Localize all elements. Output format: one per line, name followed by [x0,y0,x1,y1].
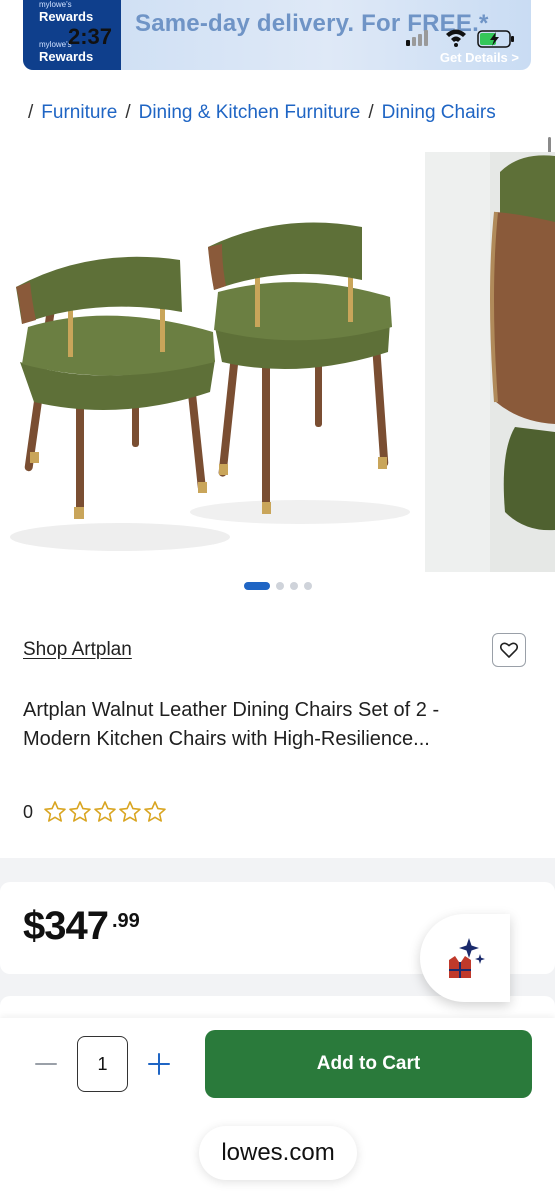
status-icons [406,29,514,48]
star-outline-icon [144,801,166,822]
star-outline-icon [69,801,91,822]
price-dollars: $347 [23,904,109,948]
logo-small-text-2: mylowe's [39,40,72,49]
battery-icon [477,30,514,48]
product-image-carousel[interactable] [0,152,555,572]
browser-url-bar[interactable]: lowes.com [199,1126,357,1180]
product-image [0,152,555,572]
rating-count: 0 [23,801,34,822]
price: $347 .99 [23,904,140,949]
carousel-dots[interactable] [244,582,312,590]
add-to-cart-bar: Add to Cart lowes.com [0,1018,555,1200]
carousel-dot[interactable] [290,582,298,590]
star-outline-icon [119,801,141,822]
logo-small-text: mylowe's [39,0,72,9]
carousel-dot[interactable] [276,582,284,590]
price-cents: .99 [111,910,140,932]
shop-brand-link[interactable]: Shop Artplan [23,639,132,661]
ai-assistant-button[interactable] [420,914,510,1002]
breadcrumb: / Furniture / Dining & Kitchen Furniture… [28,102,496,124]
star-rating [43,800,167,824]
minus-icon [35,1063,57,1065]
star-outline-icon [44,801,66,822]
favorite-button[interactable] [492,633,526,667]
carousel-dot[interactable] [244,582,270,590]
rating[interactable]: 0 [23,800,167,824]
quantity-increase-button[interactable] [143,1048,175,1080]
product-title-line-1: Artplan Walnut Leather Dining Chairs Set… [23,699,440,721]
breadcrumb-separator: / [368,102,374,123]
heart-icon [500,642,518,658]
product-card: / Furniture / Dining & Kitchen Furniture… [0,82,555,858]
get-details-link[interactable]: Get Details > [440,50,519,65]
next-slide-chair-closeup [490,152,555,572]
breadcrumb-furniture[interactable]: Furniture [41,102,117,124]
logo-rewards-text-2: Rewards [39,49,94,64]
sparkle-vest-icon [449,938,485,978]
breadcrumb-dining-kitchen[interactable]: Dining & Kitchen Furniture [139,102,361,124]
quantity-input[interactable] [77,1036,128,1092]
signal-icon [406,30,428,46]
wifi-icon [446,29,466,47]
star-outline-icon [94,801,116,822]
quantity-decrease-button[interactable] [30,1048,62,1080]
logo-rewards-text: Rewards [39,9,94,24]
status-time: 2:37 [68,24,113,49]
add-to-cart-button[interactable]: Add to Cart [205,1030,532,1098]
product-title: Artplan Walnut Leather Dining Chairs Set… [23,696,533,754]
breadcrumb-separator: / [125,102,131,123]
breadcrumb-dining-chairs[interactable]: Dining Chairs [382,102,496,124]
product-title-line-2: Modern Kitchen Chairs with High-Resilien… [23,728,430,750]
plus-icon [148,1053,170,1075]
carousel-dot[interactable] [304,582,312,590]
top-banner-area: mylowe's Rewards mylowe's Rewards Same-d… [0,0,555,82]
breadcrumb-separator: / [28,102,34,123]
